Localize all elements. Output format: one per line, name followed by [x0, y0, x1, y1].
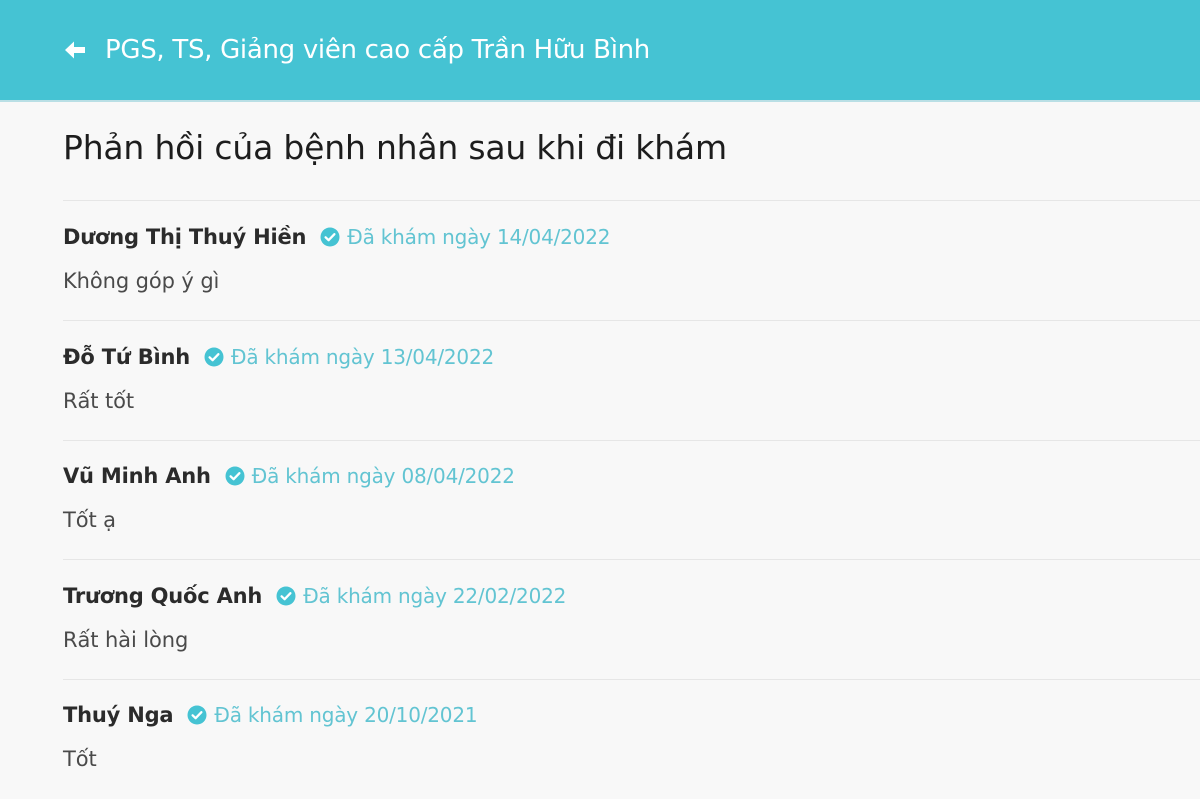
header-title: PGS, TS, Giảng viên cao cấp Trần Hữu Bìn…: [105, 35, 650, 65]
reviewer-name: Đỗ Tứ Bình: [63, 345, 191, 369]
check-circle-icon: [225, 466, 245, 486]
review-header: Dương Thị Thuý Hiền Đã khám ngày 14/04/2…: [63, 221, 610, 253]
check-circle-icon: [276, 586, 296, 606]
check-circle-icon: [204, 347, 224, 367]
review-header: Trương Quốc Anh Đã khám ngày 22/02/2022: [63, 580, 566, 612]
review-item: Vũ Minh Anh Đã khám ngày 08/04/2022 Tốt …: [63, 440, 1200, 560]
review-item: Đỗ Tứ Bình Đã khám ngày 13/04/2022 Rất t…: [63, 321, 1200, 441]
visit-date: Đã khám ngày 14/04/2022: [347, 225, 611, 249]
review-item: Thuý Nga Đã khám ngày 20/10/2021 Tốt: [63, 679, 1200, 799]
app-header: PGS, TS, Giảng viên cao cấp Trần Hữu Bìn…: [0, 0, 1200, 102]
review-comment: Tốt: [63, 747, 97, 771]
reviewer-name: Vũ Minh Anh: [63, 464, 211, 488]
review-comment: Rất hài lòng: [63, 628, 189, 652]
page-title: Phản hồi của bệnh nhân sau khi đi khám: [63, 128, 727, 167]
reviewer-name: Trương Quốc Anh: [63, 584, 263, 608]
visit-date: Đã khám ngày 08/04/2022: [251, 464, 515, 488]
arrow-left-icon[interactable]: [62, 37, 88, 63]
reviewer-name: Dương Thị Thuý Hiền: [63, 225, 307, 249]
check-circle-icon: [320, 227, 340, 247]
review-header: Đỗ Tứ Bình Đã khám ngày 13/04/2022: [63, 341, 494, 373]
review-header: Thuý Nga Đã khám ngày 20/10/2021: [63, 699, 478, 731]
visit-date: Đã khám ngày 22/02/2022: [303, 584, 567, 608]
review-item: Trương Quốc Anh Đã khám ngày 22/02/2022 …: [63, 560, 1200, 680]
review-comment: Tốt ạ: [63, 508, 116, 532]
review-header: Vũ Minh Anh Đã khám ngày 08/04/2022: [63, 460, 515, 492]
visit-date: Đã khám ngày 20/10/2021: [214, 703, 478, 727]
review-item: Dương Thị Thuý Hiền Đã khám ngày 14/04/2…: [63, 201, 1200, 321]
reviewer-name: Thuý Nga: [63, 703, 174, 727]
visit-date: Đã khám ngày 13/04/2022: [231, 345, 494, 369]
review-comment: Không góp ý gì: [63, 269, 220, 293]
reviews-section: Phản hồi của bệnh nhân sau khi đi khám D…: [0, 102, 1200, 794]
review-comment: Rất tốt: [63, 389, 134, 413]
check-circle-icon: [187, 705, 207, 725]
